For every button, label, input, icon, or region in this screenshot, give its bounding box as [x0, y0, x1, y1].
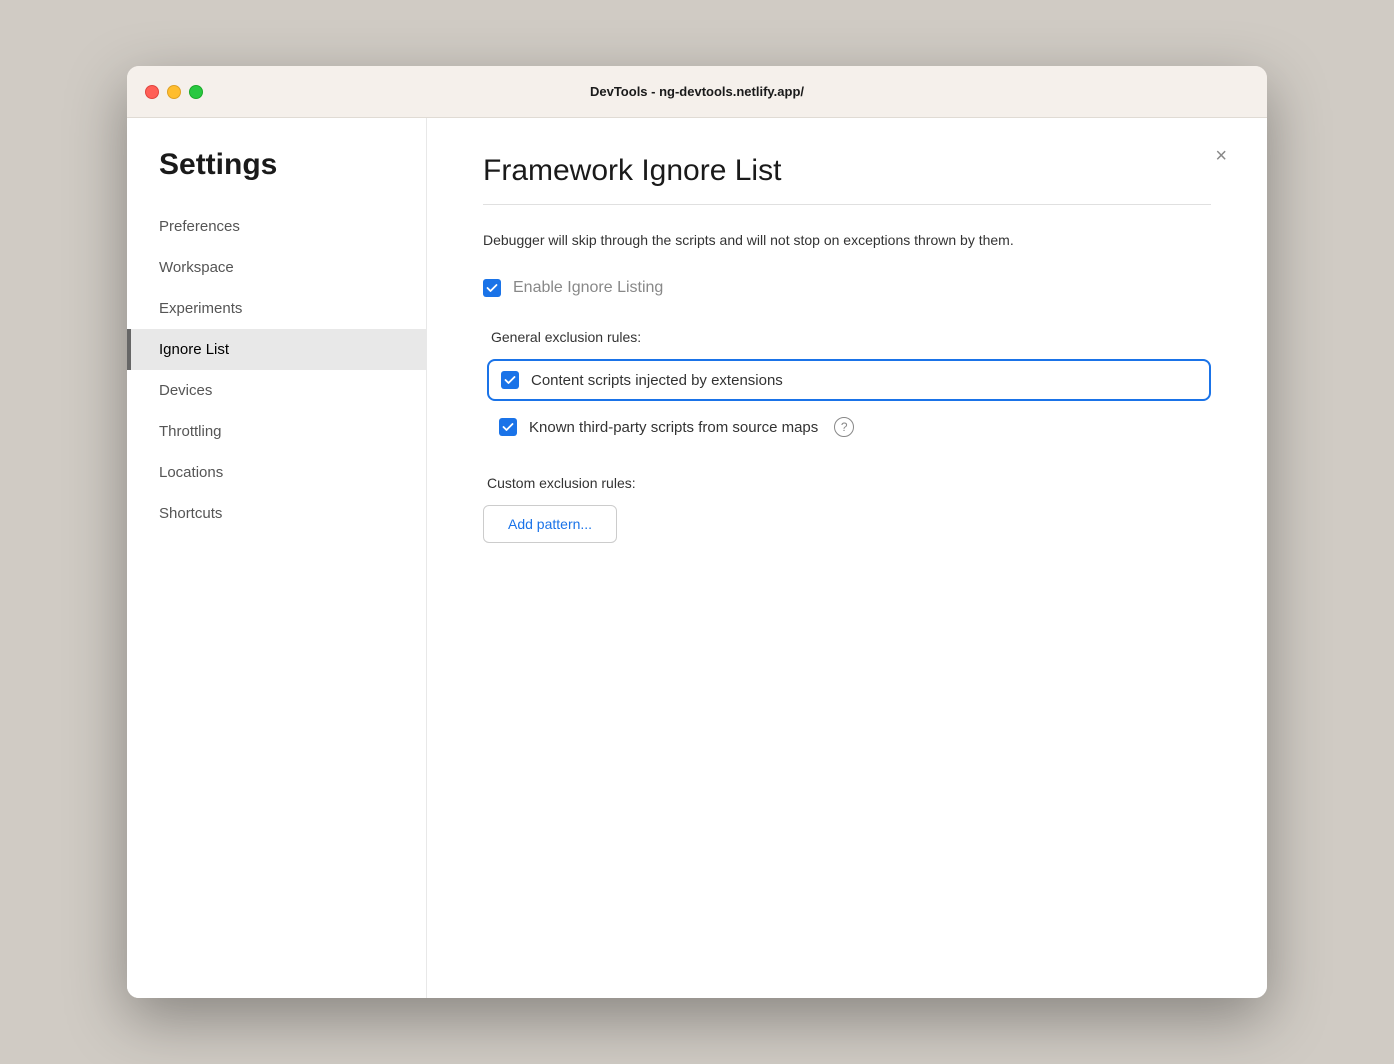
- third-party-scripts-checkbox[interactable]: [499, 418, 517, 436]
- rule-third-party-row: Known third-party scripts from source ma…: [487, 407, 1211, 447]
- sidebar: Settings Preferences Workspace Experimen…: [127, 118, 427, 998]
- content-scripts-label: Content scripts injected by extensions: [531, 372, 783, 389]
- third-party-scripts-label: Known third-party scripts from source ma…: [529, 419, 818, 436]
- window-body: Settings Preferences Workspace Experimen…: [127, 118, 1267, 998]
- maximize-traffic-light[interactable]: [189, 85, 203, 99]
- sidebar-heading: Settings: [127, 148, 426, 206]
- titlebar: DevTools - ng-devtools.netlify.app/: [127, 66, 1267, 118]
- close-button[interactable]: ×: [1215, 146, 1227, 166]
- enable-ignore-listing-row: Enable Ignore Listing: [483, 279, 1211, 297]
- sidebar-item-workspace[interactable]: Workspace: [127, 247, 426, 288]
- minimize-traffic-light[interactable]: [167, 85, 181, 99]
- close-traffic-light[interactable]: [145, 85, 159, 99]
- sidebar-item-devices[interactable]: Devices: [127, 370, 426, 411]
- sidebar-item-experiments[interactable]: Experiments: [127, 288, 426, 329]
- general-section-label: General exclusion rules:: [487, 329, 1211, 345]
- title-divider: [483, 204, 1211, 205]
- sidebar-item-preferences[interactable]: Preferences: [127, 206, 426, 247]
- traffic-lights: [145, 85, 203, 99]
- page-description: Debugger will skip through the scripts a…: [483, 229, 1163, 251]
- main-content: × Framework Ignore List Debugger will sk…: [427, 118, 1267, 998]
- sidebar-item-shortcuts[interactable]: Shortcuts: [127, 493, 426, 534]
- general-exclusion-rules: General exclusion rules: Content scripts…: [487, 329, 1211, 447]
- sidebar-item-ignore-list[interactable]: Ignore List: [127, 329, 426, 370]
- custom-section-label: Custom exclusion rules:: [483, 475, 1211, 491]
- enable-ignore-listing-checkbox[interactable]: [483, 279, 501, 297]
- devtools-window: DevTools - ng-devtools.netlify.app/ Sett…: [127, 66, 1267, 998]
- add-pattern-button[interactable]: Add pattern...: [483, 505, 617, 543]
- custom-exclusion-section: Custom exclusion rules: Add pattern...: [483, 475, 1211, 543]
- enable-ignore-listing-label: Enable Ignore Listing: [513, 279, 663, 297]
- window-title: DevTools - ng-devtools.netlify.app/: [590, 84, 804, 99]
- content-scripts-checkbox[interactable]: [501, 371, 519, 389]
- third-party-help-icon[interactable]: ?: [834, 417, 854, 437]
- sidebar-nav: Preferences Workspace Experiments Ignore…: [127, 206, 426, 534]
- sidebar-item-throttling[interactable]: Throttling: [127, 411, 426, 452]
- rule-content-scripts-row: Content scripts injected by extensions: [487, 359, 1211, 401]
- sidebar-item-locations[interactable]: Locations: [127, 452, 426, 493]
- page-title: Framework Ignore List: [483, 154, 1211, 188]
